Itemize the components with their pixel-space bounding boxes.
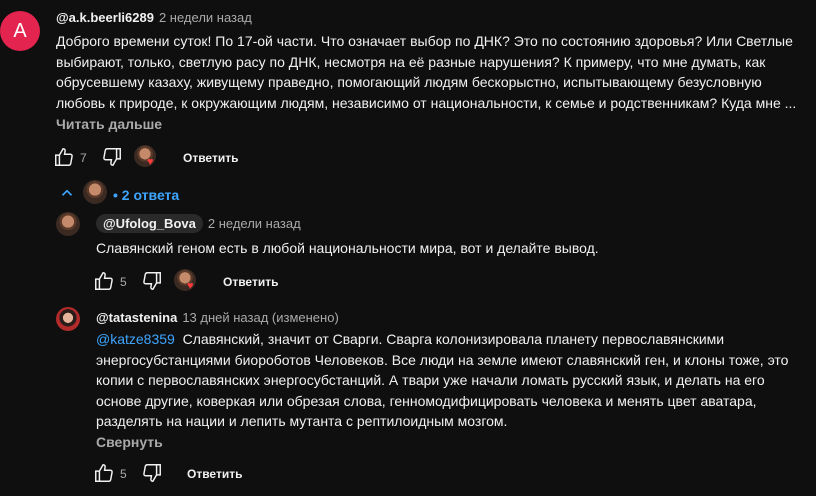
reply-author[interactable]: @tatastenina [96,310,177,325]
collapse-button[interactable]: Свернуть [96,434,163,450]
reply-button[interactable]: Ответить [223,275,278,289]
reply-line: @katze8359 Славянский, значит от Сварги.… [96,329,796,350]
reply-avatar [83,180,107,204]
comment-author[interactable]: @a.k.beerli6289 [56,10,154,25]
comment-text: Доброго времени суток! По 17-ой части. Ч… [56,31,816,113]
comment-line: выбирают, только, светлую расу по ДНК, н… [56,53,766,70]
reply-line: разделять на нации и лепить мутанта с ре… [96,413,508,429]
reply-button[interactable]: Ответить [183,151,238,165]
heart-icon: ♥ [187,280,194,292]
thumb-up-icon[interactable] [92,461,116,485]
thumb-up-icon[interactable] [92,269,116,293]
reply-button[interactable]: Ответить [187,467,242,481]
reply-text: Славянский геном есть в любой национальн… [96,240,599,256]
replies-toggle-button[interactable]: • 2 ответа [113,187,179,203]
reply-header: @tatastenina 13 дней назад (изменено) [96,310,339,326]
reply-line-text: Славянский, значит от Сварги. Сварга кол… [182,331,725,347]
like-count: 5 [120,467,127,481]
comment-time[interactable]: 2 недели назад [159,10,252,25]
like-count: 5 [120,275,127,289]
reply-line: копии с первославянских энергосубстанций… [96,372,765,388]
reply-line: основе другие, коверкая или обрезая слов… [96,392,757,409]
thumb-down-icon[interactable] [100,145,124,169]
avatar[interactable]: A [0,11,40,51]
comment-line: Доброго времени суток! По 17-ой части. Ч… [56,33,793,49]
chevron-up-icon[interactable] [58,184,76,202]
reply-text: @katze8359 Славянский, значит от Сварги.… [96,329,796,432]
mention-link[interactable]: @katze8359 [96,331,175,347]
reply-header: @Ufolog_Bova 2 недели назад [96,214,301,233]
thumb-down-icon[interactable] [140,269,164,293]
reply-author[interactable]: @Ufolog_Bova [96,214,203,233]
reply-time[interactable]: 2 недели назад [208,216,301,231]
comment-header: @a.k.beerli6289 2 недели назад [56,10,252,26]
thumb-up-icon[interactable] [52,145,76,169]
heart-icon: ♥ [147,156,154,168]
read-more-button[interactable]: Читать дальше [56,116,162,132]
like-count: 7 [80,151,87,165]
thumb-down-icon[interactable] [140,461,164,485]
avatar[interactable] [56,212,80,236]
avatar[interactable] [56,307,80,331]
reply-time[interactable]: 13 дней назад (изменено) [182,310,338,325]
comment-line: любовь к природе, к окружающим людям, не… [56,94,797,111]
reply-line: энергосубстанциями биороботов Человеков.… [96,351,789,368]
comment-line: обрусевшему казаху, живущему праведно, п… [56,74,762,90]
